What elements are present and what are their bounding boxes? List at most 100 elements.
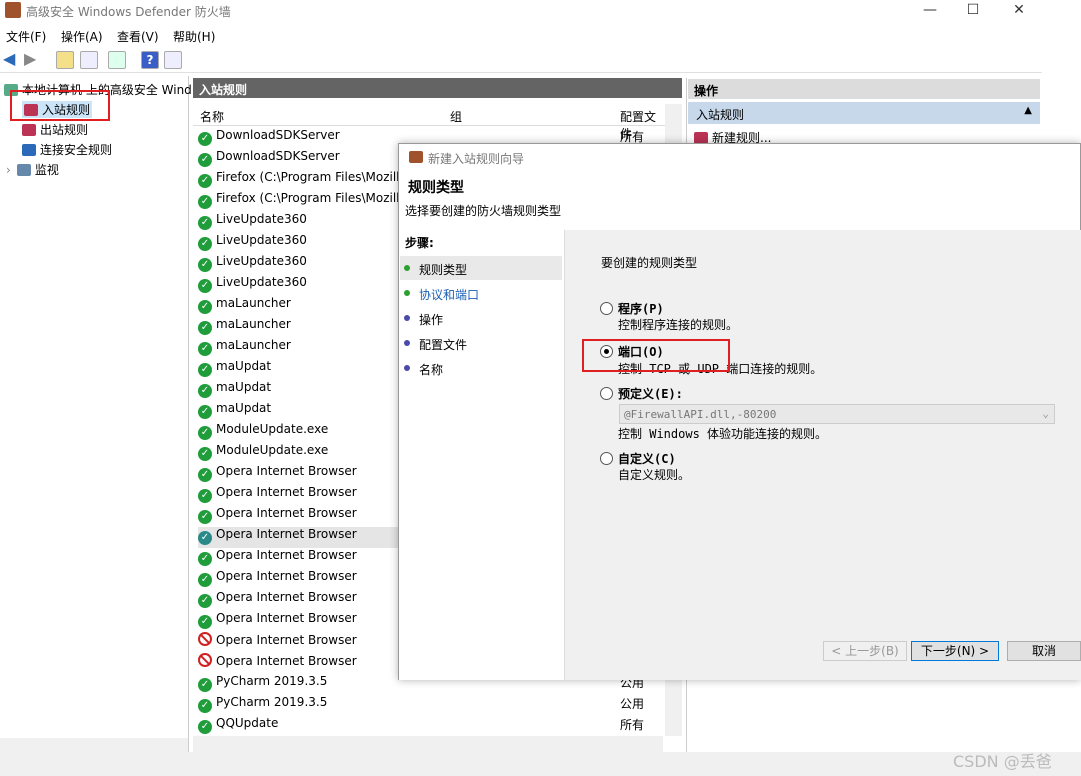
back-button[interactable]: < 上一步(B): [823, 641, 907, 661]
actions-section-inbound[interactable]: 入站规则 ▲: [688, 102, 1040, 124]
rule-name: DownloadSDKServer: [216, 149, 340, 163]
allowed-check-icon: ✓: [198, 594, 212, 608]
table-row[interactable]: ✓ QQUpdate 所有: [198, 716, 658, 737]
rule-name: DownloadSDKServer: [216, 128, 340, 142]
allowed-check-icon: ✓: [198, 195, 212, 209]
allowed-check-icon: ✓: [198, 384, 212, 398]
predefined-select[interactable]: @FirewallAPI.dll,-80200 ⌄: [619, 404, 1055, 424]
column-name[interactable]: 名称: [200, 108, 224, 125]
watermark: CSDN @丢爸: [953, 752, 1052, 771]
show-hide-tree-icon[interactable]: [80, 51, 98, 69]
wizard-icon: [409, 151, 423, 163]
rule-name: PyCharm 2019.3.5: [216, 674, 328, 688]
forward-arrow-icon[interactable]: ▶: [24, 51, 42, 69]
allowed-check-icon: ✓: [198, 510, 212, 524]
highlight-box: [10, 90, 110, 121]
show-action-pane-icon[interactable]: [164, 51, 182, 69]
step-action: 操作: [419, 313, 444, 327]
step-dot-icon: [404, 265, 410, 271]
tree-item-outbound-rules[interactable]: 出站规则: [22, 121, 88, 138]
step-protocol-port[interactable]: 协议和端口: [419, 286, 479, 303]
rule-name: Opera Internet Browser: [216, 548, 357, 562]
allowed-check-icon: ✓: [198, 468, 212, 482]
next-button[interactable]: 下一步(N) >: [911, 641, 999, 661]
allowed-check-icon: ✓: [198, 699, 212, 713]
rule-name: Opera Internet Browser: [216, 633, 357, 647]
step-dot-icon: [404, 315, 410, 321]
monitoring-icon: [16, 164, 31, 176]
connection-security-icon: [22, 144, 36, 156]
rule-name: LiveUpdate360: [216, 275, 307, 289]
rule-name: maLauncher: [216, 317, 291, 331]
firewall-app-icon: [5, 2, 21, 18]
allowed-check-icon: ✓: [198, 489, 212, 503]
actions-header: 操作: [688, 79, 1040, 99]
left-horizontal-scrollbar[interactable]: [0, 738, 188, 752]
step-dot-icon: [404, 365, 410, 371]
step-dot-icon: [404, 340, 410, 346]
rule-name: LiveUpdate360: [216, 254, 307, 268]
menu-file[interactable]: 文件(F): [6, 28, 46, 45]
rule-name: maUpdat: [216, 380, 272, 394]
rule-name: Opera Internet Browser: [216, 590, 357, 604]
window-title: 高级安全 Windows Defender 防火墙: [26, 5, 231, 19]
collapse-icon[interactable]: ▲: [1024, 105, 1032, 116]
step-profile: 配置文件: [419, 338, 468, 352]
allowed-check-icon: ✓: [198, 216, 212, 230]
expand-chevron-icon[interactable]: ›: [6, 163, 11, 177]
option-custom-label[interactable]: 自定义(C): [618, 450, 676, 467]
allowed-check-icon: ✓: [198, 237, 212, 251]
rule-name: Opera Internet Browser: [216, 611, 357, 625]
back-arrow-icon[interactable]: ◀: [3, 51, 21, 69]
option-predefined-label[interactable]: 预定义(E):: [618, 385, 683, 402]
column-group[interactable]: 组: [450, 108, 462, 125]
allowed-check-icon: ✓: [198, 447, 212, 461]
allowed-check-icon: ✓: [198, 405, 212, 419]
wizard-subheading: 选择要创建的防火墙规则类型: [405, 204, 562, 218]
rule-name: ModuleUpdate.exe: [216, 422, 329, 436]
cancel-button[interactable]: 取消: [1007, 641, 1081, 661]
rule-name: maUpdat: [216, 401, 272, 415]
close-button[interactable]: ✕: [999, 0, 1039, 22]
help-icon[interactable]: ?: [141, 51, 159, 69]
option-predefined-desc: 控制 Windows 体验功能连接的规则。: [618, 427, 828, 441]
steps-label: 步骤:: [405, 236, 434, 250]
step-dot-icon: [404, 290, 410, 296]
rule-type-question: 要创建的规则类型: [601, 256, 698, 270]
rule-name: Opera Internet Browser: [216, 569, 357, 583]
allowed-check-icon: ✓: [198, 426, 212, 440]
radio-custom[interactable]: [600, 452, 613, 465]
minimize-button[interactable]: —: [910, 0, 950, 22]
step-name: 名称: [419, 363, 444, 377]
rule-name: Firefox (C:\Program Files\Mozill: [216, 170, 400, 184]
maximize-button[interactable]: ☐: [953, 0, 993, 22]
tree-item-monitoring[interactable]: › 监视: [6, 161, 59, 178]
export-icon[interactable]: [108, 51, 126, 69]
menu-bar: 文件(F) 操作(A) 查看(V) 帮助(H): [0, 24, 1042, 46]
allowed-check-icon: ✓: [198, 615, 212, 629]
table-row[interactable]: ✓ PyCharm 2019.3.5 公用: [198, 695, 658, 716]
rule-profile: 所有: [620, 718, 645, 732]
rules-horizontal-scrollbar[interactable]: [193, 736, 663, 752]
tree-item-connection-security[interactable]: 连接安全规则: [22, 141, 112, 158]
allowed-check-icon: ✓: [198, 531, 212, 545]
menu-view[interactable]: 查看(V): [117, 28, 159, 45]
rules-pane-header: 入站规则: [193, 78, 682, 98]
allowed-check-icon: ✓: [198, 279, 212, 293]
rule-name: LiveUpdate360: [216, 212, 307, 226]
allowed-check-icon: ✓: [198, 258, 212, 272]
rule-name: Opera Internet Browser: [216, 654, 357, 668]
status-bar: [0, 752, 1081, 776]
radio-predefined[interactable]: [600, 387, 613, 400]
folder-up-icon[interactable]: [56, 51, 74, 69]
radio-program[interactable]: [600, 302, 613, 315]
menu-action[interactable]: 操作(A): [61, 28, 103, 45]
option-program-label[interactable]: 程序(P): [618, 300, 664, 317]
rule-name: Opera Internet Browser: [216, 464, 357, 478]
wizard-title-bar: 新建入站规则向导: [399, 144, 1080, 170]
rule-name: Opera Internet Browser: [216, 485, 357, 499]
allowed-check-icon: ✓: [198, 342, 212, 356]
menu-help[interactable]: 帮助(H): [173, 28, 215, 45]
rule-name: Opera Internet Browser: [216, 527, 357, 541]
highlight-box: [582, 339, 730, 372]
